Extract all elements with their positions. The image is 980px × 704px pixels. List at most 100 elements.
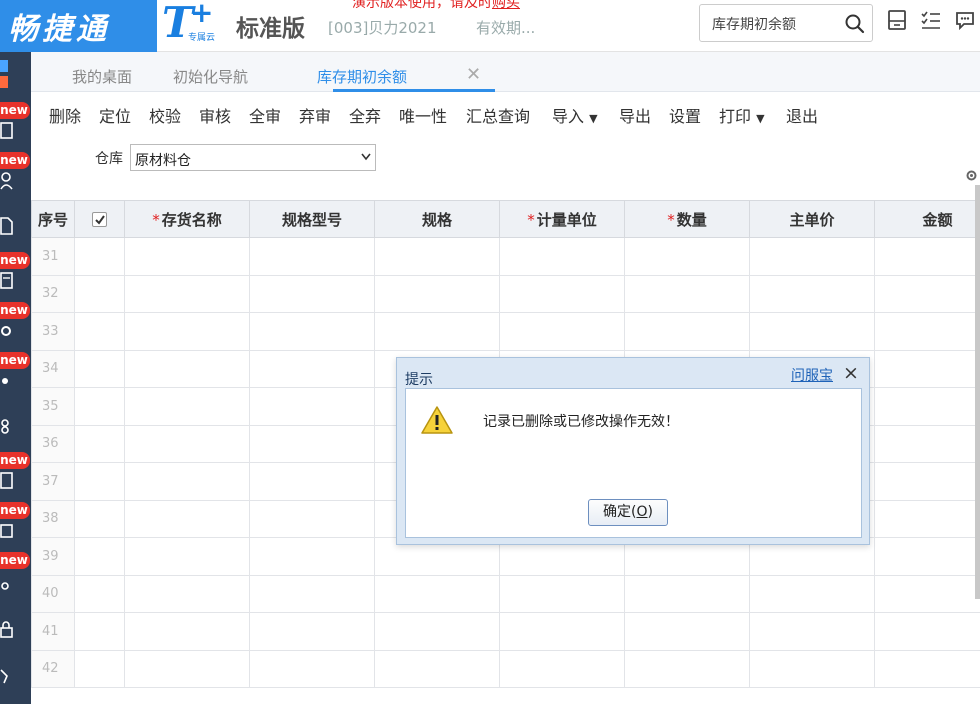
uniqueness-button[interactable]: 唯一性 [399, 103, 447, 127]
grid-cell[interactable] [874, 462, 980, 501]
message-icon[interactable] [954, 9, 976, 31]
grid-cell[interactable] [874, 574, 980, 613]
grid-cell[interactable] [749, 574, 875, 613]
grid-cell[interactable] [499, 612, 625, 651]
nav-tools-icon[interactable] [0, 667, 14, 685]
print-button[interactable]: 打印 ▼ [719, 103, 765, 127]
tab-my-desktop[interactable]: 我的桌面 [72, 66, 132, 87]
warehouse-select[interactable]: 原材料仓 [130, 144, 376, 171]
table-row[interactable]: 31 [31, 237, 980, 276]
vertical-scrollbar[interactable] [975, 185, 980, 599]
grid-cell[interactable] [249, 537, 375, 576]
unaudit-button[interactable]: 弃审 [299, 103, 331, 127]
grid-cell[interactable] [749, 612, 875, 651]
grid-cell[interactable] [499, 274, 625, 313]
validate-button[interactable]: 校验 [149, 103, 181, 127]
grid-cell[interactable] [874, 424, 980, 463]
grid-cell[interactable] [749, 312, 875, 351]
table-row[interactable]: 42 [31, 649, 980, 688]
nav-person-icon[interactable] [0, 172, 14, 190]
grid-cell[interactable] [374, 312, 500, 351]
summary-query-button[interactable]: 汇总查询 [466, 103, 530, 127]
grid-cell[interactable] [249, 349, 375, 388]
grid-cell[interactable] [374, 649, 500, 688]
grid-cell[interactable] [249, 499, 375, 538]
grid-cell[interactable] [624, 274, 750, 313]
grid-cell[interactable] [374, 237, 500, 276]
grid-cell[interactable] [874, 537, 980, 576]
grid-cell[interactable] [124, 237, 250, 276]
grid-cell[interactable] [499, 649, 625, 688]
grid-cell[interactable] [124, 574, 250, 613]
grid-cell[interactable] [249, 312, 375, 351]
column-settings-icon[interactable] [963, 167, 980, 184]
grid-cell[interactable] [124, 537, 250, 576]
company-account[interactable]: [003]贝力2021 [328, 17, 437, 38]
table-row[interactable]: 40 [31, 574, 980, 613]
nav-app-icon[interactable] [0, 76, 8, 88]
grid-cell[interactable] [124, 349, 250, 388]
audit-button[interactable]: 审核 [199, 103, 231, 127]
nav-settings-icon[interactable] [0, 322, 14, 340]
grid-cell[interactable] [74, 424, 125, 463]
table-row[interactable]: 33 [31, 312, 980, 351]
grid-cell[interactable] [249, 274, 375, 313]
ok-button[interactable]: 确定(O) [588, 499, 668, 526]
grid-cell[interactable] [874, 274, 980, 313]
tab-inventory-opening[interactable]: 库存期初余额 [317, 66, 407, 87]
grid-cell[interactable] [374, 274, 500, 313]
grid-cell[interactable] [874, 237, 980, 276]
audit-all-button[interactable]: 全审 [249, 103, 281, 127]
grid-cell[interactable] [249, 649, 375, 688]
table-row[interactable]: 41 [31, 612, 980, 651]
select-all-checkbox[interactable] [92, 212, 107, 227]
grid-cell[interactable] [749, 274, 875, 313]
locate-button[interactable]: 定位 [99, 103, 131, 127]
grid-cell[interactable] [624, 237, 750, 276]
grid-cell[interactable] [124, 424, 250, 463]
grid-cell[interactable] [124, 612, 250, 651]
table-row[interactable]: 32 [31, 274, 980, 313]
grid-cell[interactable] [874, 387, 980, 426]
grid-cell[interactable] [749, 649, 875, 688]
grid-cell[interactable] [499, 574, 625, 613]
import-button[interactable]: 导入 ▼ [552, 103, 598, 127]
grid-cell[interactable] [249, 462, 375, 501]
grid-cell[interactable] [249, 612, 375, 651]
menu-search-box[interactable]: 库存期初余额 [699, 4, 873, 42]
grid-cell[interactable] [124, 649, 250, 688]
help-link[interactable]: 问服宝 [791, 365, 833, 385]
nav-lock-icon[interactable] [0, 620, 14, 638]
exit-button[interactable]: 退出 [786, 103, 818, 127]
grid-cell[interactable] [874, 312, 980, 351]
unaudit-all-button[interactable]: 全弃 [349, 103, 381, 127]
close-icon[interactable]: × [843, 362, 859, 384]
grid-cell[interactable] [874, 499, 980, 538]
grid-cell[interactable] [624, 649, 750, 688]
grid-cell[interactable] [74, 387, 125, 426]
grid-cell[interactable] [249, 237, 375, 276]
grid-cell[interactable] [74, 537, 125, 576]
nav-box-icon[interactable] [0, 522, 14, 540]
grid-cell[interactable] [749, 237, 875, 276]
grid-cell[interactable] [874, 649, 980, 688]
col-select-header[interactable] [74, 200, 125, 238]
grid-cell[interactable] [74, 649, 125, 688]
search-icon[interactable] [844, 13, 866, 35]
grid-cell[interactable] [624, 574, 750, 613]
grid-cell[interactable] [74, 612, 125, 651]
grid-cell[interactable] [874, 612, 980, 651]
nav-home-icon[interactable] [0, 60, 8, 72]
task-list-icon[interactable] [920, 9, 942, 31]
close-icon[interactable]: ✕ [466, 64, 481, 85]
grid-cell[interactable] [124, 387, 250, 426]
nav-archive-icon[interactable] [0, 472, 14, 490]
delete-button[interactable]: 删除 [49, 103, 81, 127]
nav-ledger-icon[interactable] [0, 272, 14, 290]
grid-cell[interactable] [374, 612, 500, 651]
grid-cell[interactable] [74, 349, 125, 388]
grid-cell[interactable] [124, 462, 250, 501]
buy-link[interactable]: 购买 [492, 0, 520, 11]
grid-cell[interactable] [74, 312, 125, 351]
grid-cell[interactable] [124, 274, 250, 313]
